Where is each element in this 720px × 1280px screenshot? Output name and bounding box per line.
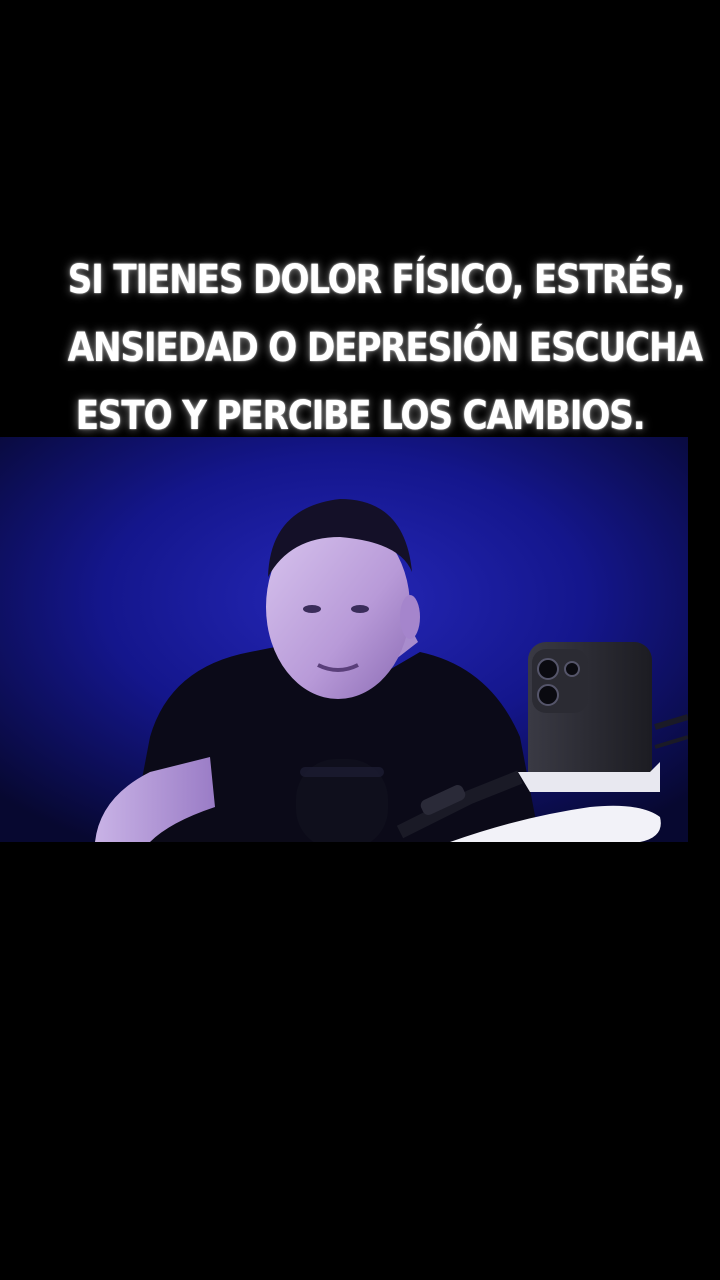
caption-text: SI TIENES DOLOR FÍSICO, ESTRÉS, ANSIEDAD… xyxy=(67,246,704,450)
camera-module xyxy=(532,649,588,713)
left-eye xyxy=(303,605,321,613)
camera-lens-1 xyxy=(537,658,559,680)
ear xyxy=(400,595,420,639)
caption-line-2: ANSIEDAD O DEPRESIÓN ESCUCHA xyxy=(67,325,704,371)
video-scene xyxy=(0,437,688,842)
camera-lens-3 xyxy=(537,684,559,706)
right-eye xyxy=(351,605,369,613)
video-frame[interactable] xyxy=(0,437,688,842)
caption-line-1: SI TIENES DOLOR FÍSICO, ESTRÉS, xyxy=(67,257,686,303)
microphone-highlight xyxy=(300,767,384,777)
camera-lens-2 xyxy=(564,661,580,677)
